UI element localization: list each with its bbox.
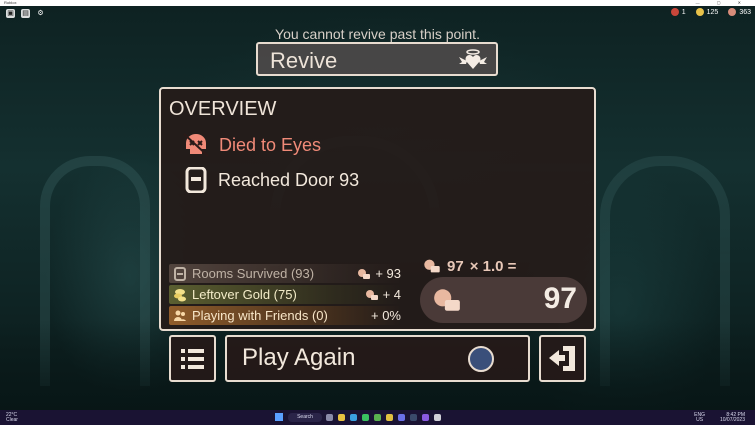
gold-counter: 125 (695, 8, 719, 16)
leftover-gold-row: Leftover Gold (75) + 4 (169, 285, 401, 304)
guiding-light-icon (468, 346, 494, 372)
knobs-counter: 1 (670, 8, 686, 16)
taskbar-apps (326, 414, 441, 421)
revive-button[interactable]: Revive (256, 42, 498, 76)
gold-coins-icon (174, 288, 186, 301)
door-icon (174, 266, 186, 281)
weather-widget[interactable]: 22°C Clear (6, 413, 18, 423)
app-icon[interactable] (422, 414, 429, 421)
leftover-gold-value: + 4 (365, 285, 401, 304)
explorer-icon[interactable] (338, 414, 345, 421)
chrome-icon[interactable] (386, 414, 393, 421)
steam-icon[interactable] (410, 414, 417, 421)
friends-icon (174, 310, 186, 321)
knob-icon (358, 268, 371, 279)
revive-icon (728, 8, 737, 16)
window-controls[interactable]: — ▢ ✕ (696, 0, 749, 5)
gold-value: 125 (706, 8, 719, 16)
knobs-value: 1 (681, 8, 686, 16)
play-again-label: Play Again (242, 344, 356, 371)
skull-icon (183, 133, 209, 157)
menu-icon (181, 349, 204, 369)
taskbar-search[interactable]: Search (288, 413, 322, 422)
door-icon (185, 167, 207, 193)
knob-icon (424, 259, 440, 273)
friends-amount: + 0% (371, 308, 401, 323)
friends-row: Playing with Friends (0) + 0% (169, 306, 401, 325)
knob-formula: 97 × 1.0 = (423, 257, 516, 275)
revive-label: Revive (270, 48, 338, 73)
xbox-icon[interactable] (374, 414, 381, 421)
rooms-survived-amount: + 93 (375, 266, 401, 281)
rooms-survived-row: Rooms Survived (93) + 93 (169, 264, 401, 283)
currency-hud: 1 125 363 (670, 8, 751, 16)
rooms-survived-label: Rooms Survived (93) (192, 266, 315, 281)
friends-value: + 0% (371, 306, 401, 325)
overview-title: OVERVIEW (169, 98, 277, 120)
chat-icon[interactable]: ▤ (21, 9, 30, 18)
menu-button[interactable] (169, 335, 216, 382)
winged-heart-icon (459, 49, 487, 69)
overview-panel: OVERVIEW Died to Eyes Reached Door 93 Ro… (159, 87, 596, 331)
leftover-gold-amount: + 4 (382, 287, 401, 302)
edge-icon[interactable] (350, 414, 357, 421)
gold-icon (695, 8, 704, 16)
taskview-icon[interactable] (326, 414, 333, 421)
window-title: Roblox (4, 0, 17, 5)
play-again-button[interactable]: Play Again (225, 335, 530, 382)
lang-secondary: US (696, 417, 704, 423)
window-titlebar: Roblox — ▢ ✕ (0, 0, 755, 6)
start-icon[interactable] (275, 413, 283, 421)
spotify-icon[interactable] (362, 414, 369, 421)
door-label: Reached Door 93 (218, 169, 360, 190)
formula-multiplier: × 1.0 = (469, 257, 517, 275)
leftover-gold-label: Leftover Gold (75) (192, 287, 297, 302)
knob-icon (434, 289, 460, 311)
revive-message: You cannot revive past this point. (275, 26, 480, 42)
settings-icon[interactable]: ⚙ (36, 9, 45, 18)
revives-value: 363 (739, 8, 751, 16)
taskbar-clock[interactable]: 8:42 PM 10/07/2023 (720, 413, 745, 423)
roblox-logo-icon[interactable]: ▣ (6, 9, 15, 18)
exit-door-icon (549, 346, 575, 371)
formula-base: 97 (447, 257, 464, 275)
total-value: 97 (543, 282, 577, 315)
language-indicator[interactable]: ENG US (694, 413, 705, 423)
door-reached: Reached Door 93 (185, 167, 359, 193)
clock-date: 10/07/2023 (719, 417, 745, 423)
death-cause: Died to Eyes (183, 133, 321, 157)
weather-desc: Clear (6, 417, 18, 423)
roblox-icon[interactable] (434, 414, 441, 421)
total-knobs: 97 (420, 277, 587, 323)
discord-icon[interactable] (398, 414, 405, 421)
exit-button[interactable] (539, 335, 586, 382)
roblox-hud-left: ▣ ▤ ⚙ (6, 9, 45, 18)
rooms-survived-value: + 93 (357, 264, 401, 283)
knob-icon (365, 289, 378, 300)
revives-counter: 363 (728, 8, 751, 16)
friends-label: Playing with Friends (0) (192, 308, 328, 323)
death-label: Died to Eyes (219, 134, 322, 155)
knob-icon (670, 8, 679, 16)
windows-taskbar: 22°C Clear Search ENG US 8:42 PM 10/07/2… (0, 410, 755, 425)
